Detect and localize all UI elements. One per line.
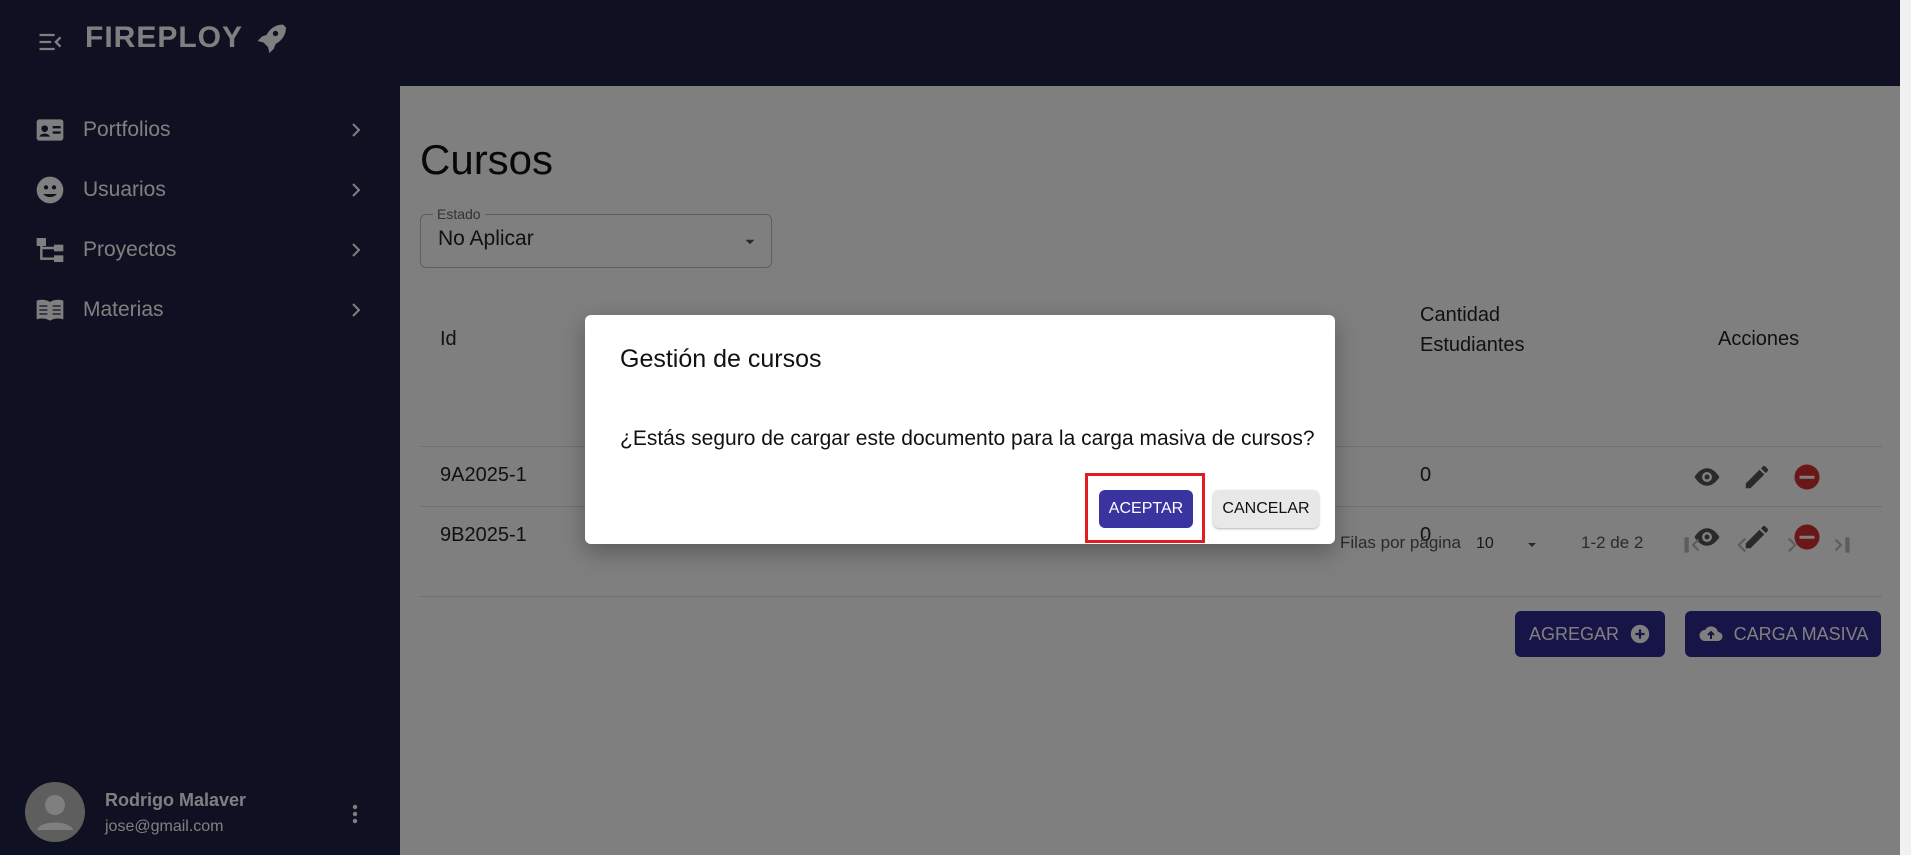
confirm-dialog: Gestión de cursos ¿Estás seguro de carga… — [585, 315, 1335, 544]
cancel-button[interactable]: CANCELAR — [1213, 490, 1319, 528]
scrollbar[interactable] — [1900, 0, 1911, 855]
highlight-box — [1085, 473, 1205, 543]
dialog-title: Gestión de cursos — [620, 345, 822, 373]
dialog-message: ¿Estás seguro de cargar este documento p… — [620, 427, 1315, 450]
